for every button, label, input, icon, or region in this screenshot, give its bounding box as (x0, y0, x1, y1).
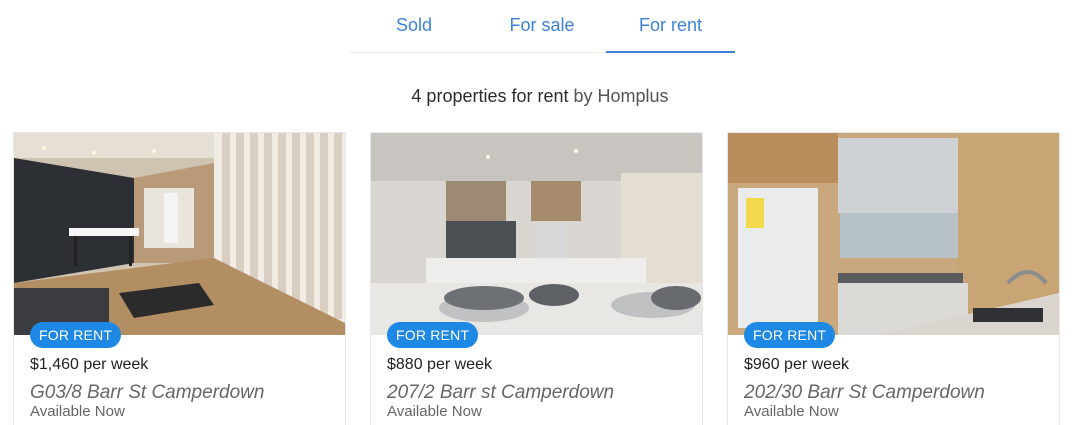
listing-card[interactable]: FOR RENT $880 per week 207/2 Barr st Cam… (371, 133, 702, 425)
listing-price: $1,460 per week (30, 356, 149, 373)
tab-for-sale[interactable]: For sale (478, 0, 606, 53)
listing-availability: Available Now (387, 403, 482, 420)
listing-address[interactable]: G03/8 Barr St Camperdown (30, 382, 264, 404)
listing-tabs: Sold For sale For rent (350, 0, 735, 53)
listing-photo[interactable] (371, 133, 702, 335)
tab-sold[interactable]: Sold (350, 0, 478, 53)
listing-address[interactable]: 202/30 Barr St Camperdown (744, 382, 985, 404)
results-heading: 4 properties for rent by Homplus (0, 86, 1080, 107)
listing-card[interactable]: FOR RENT $960 per week 202/30 Barr St Ca… (728, 133, 1059, 425)
status-badge: FOR RENT (744, 322, 836, 348)
listing-address[interactable]: 207/2 Barr st Camperdown (387, 382, 614, 404)
tab-for-rent[interactable]: For rent (606, 0, 735, 53)
listing-availability: Available Now (30, 403, 125, 420)
status-badge: FOR RENT (387, 322, 479, 348)
status-badge: FOR RENT (30, 322, 122, 348)
listing-photo[interactable] (14, 133, 345, 335)
listing-availability: Available Now (744, 403, 839, 420)
listing-price: $960 per week (744, 356, 849, 373)
listing-card[interactable]: FOR RENT $1,460 per week G03/8 Barr St C… (14, 133, 345, 425)
results-agency: by Homplus (573, 86, 669, 106)
results-count: 4 properties for rent (411, 86, 569, 106)
listing-price: $880 per week (387, 356, 492, 373)
listing-photo[interactable] (728, 133, 1059, 335)
